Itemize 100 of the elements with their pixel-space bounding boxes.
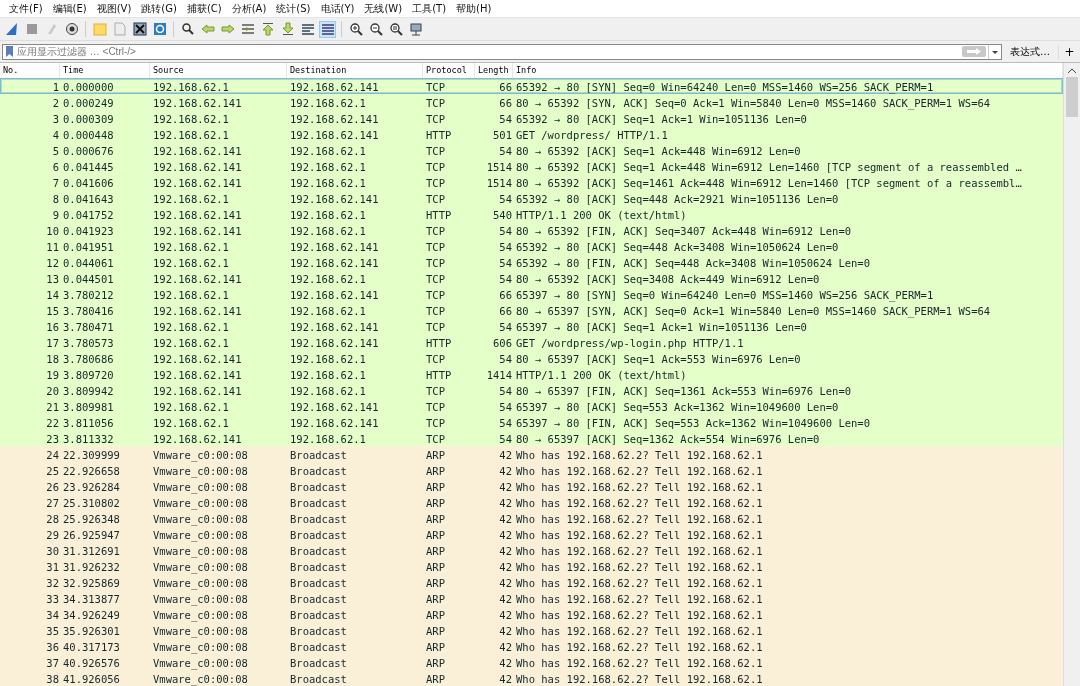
table-cell-text: 54	[498, 144, 513, 159]
packet-row[interactable]: 13 0.044501 192.168.62.141 192.168.62.1 TCP 54 80 → 65392 [ACK] Seq=3408 Ack=449 Win=6912 Len=0	[0, 270, 1063, 286]
add-filter-button[interactable]: +	[1058, 44, 1080, 59]
toolbar-button[interactable]	[367, 20, 384, 38]
packet-row[interactable]: 18 3.780686 192.168.62.141 192.168.62.1 TCP 54 80 → 65397 [ACK] Seq=1 Ack=553 Win=6976 Len=0	[0, 350, 1063, 366]
menu-item[interactable]: 无线(W)	[359, 1, 408, 16]
packet-row[interactable]: 23 3.811332 192.168.62.141 192.168.62.1 TCP 54 80 → 65397 [ACK] Seq=1362 Ack=554 Win=6976 Len=0	[0, 430, 1063, 446]
packet-row[interactable]: 30 31.312691 Vmware_c0:00:08 Broadcast ARP 42 Who has 192.168.62.2? Tell 192.168.62.1	[0, 542, 1063, 558]
packet-row[interactable]: 37 40.926576 Vmware_c0:00:08 Broadcast ARP 42 Who has 192.168.62.2? Tell 192.168.62.1	[0, 654, 1063, 670]
dropdown-icon[interactable]	[988, 44, 1001, 59]
table-cell-text: ARP	[425, 544, 446, 559]
packet-row[interactable]: 27 25.310802 Vmware_c0:00:08 Broadcast ARP 42 Who has 192.168.62.2? Tell 192.168.62.1	[0, 494, 1063, 510]
menu-item[interactable]: 工具(T)	[407, 1, 452, 16]
table-cell-text: 192.168.62.1	[289, 384, 367, 399]
table-cell-text: 65397 → 80 [ACK] Seq=1 Ack=1 Win=1051136 Len=0	[515, 320, 808, 335]
table-cell-text: 606	[492, 336, 513, 351]
menu-item[interactable]: 捕获(C)	[181, 1, 227, 16]
packet-row[interactable]: 25 22.926658 Vmware_c0:00:08 Broadcast ARP 42 Who has 192.168.62.2? Tell 192.168.62.1	[0, 462, 1063, 478]
table-cell-text: TCP	[425, 256, 446, 271]
table-cell-text: 40.317173	[62, 640, 121, 655]
packet-row[interactable]: 12 0.044061 192.168.62.1 192.168.62.141 TCP 54 65392 → 80 [FIN, ACK] Seq=448 Ack=3408 Win=1050624 Len=0	[0, 254, 1063, 270]
table-cell-text: HTTP/1.1 200 OK (text/html)	[515, 368, 688, 383]
menu-item[interactable]: 跳转(G)	[136, 1, 182, 16]
packet-row[interactable]: 15 3.780416 192.168.62.141 192.168.62.1 TCP 66 80 → 65397 [SYN, ACK] Seq=0 Ack=1 Win=5840 Len=0 MSS=1460 SACK_PERM=1 WS=64	[0, 302, 1063, 318]
packet-row[interactable]: 5 0.000676 192.168.62.141 192.168.62.1 TCP 54 80 → 65392 [ACK] Seq=1 Ack=448 Win=6912 Len=0	[0, 142, 1063, 158]
menu-item[interactable]: 编辑(E)	[47, 1, 92, 16]
table-cell-text: 192.168.62.1	[152, 288, 230, 303]
table-cell-text: 192.168.62.141	[152, 160, 243, 175]
packet-row[interactable]: 31 31.926232 Vmware_c0:00:08 Broadcast ARP 42 Who has 192.168.62.2? Tell 192.168.62.1	[0, 558, 1063, 574]
table-cell-text: ARP	[425, 464, 446, 479]
packet-row[interactable]: 21 3.809981 192.168.62.1 192.168.62.141 TCP 54 65397 → 80 [ACK] Seq=553 Ack=1362 Win=1049600 Len=0	[0, 398, 1063, 414]
table-cell-text: TCP	[425, 160, 446, 175]
table-cell-text: 65392 → 80 [SYN] Seq=0 Win=64240 Len=0 MSS=1460 WS=256 SACK_PERM=1	[515, 80, 935, 95]
table-cell-text: 192.168.62.141	[152, 352, 243, 367]
menu-item[interactable]: 电话(Y)	[315, 1, 360, 16]
packet-row[interactable]: 33 34.313877 Vmware_c0:00:08 Broadcast ARP 42 Who has 192.168.62.2? Tell 192.168.62.1	[0, 590, 1063, 606]
packet-row[interactable]: 4 0.000448 192.168.62.1 192.168.62.141 HTTP 501 GET /wordpress/ HTTP/1.1	[0, 126, 1063, 142]
table-cell-text: Broadcast	[289, 576, 348, 591]
table-cell-text: 192.168.62.1	[152, 256, 230, 271]
packet-row[interactable]: 22 3.811056 192.168.62.1 192.168.62.141 TCP 54 65397 → 80 [FIN, ACK] Seq=553 Ack=1362 Win=1049600 Len=0	[0, 414, 1063, 430]
packet-row[interactable]: 14 3.780212 192.168.62.1 192.168.62.141 TCP 66 65397 → 80 [SYN] Seq=0 Win=64240 Len=0 MSS=1460 WS=256 SACK_PERM=1	[0, 286, 1063, 302]
packet-row[interactable]: 24 22.309999 Vmware_c0:00:08 Broadcast ARP 42 Who has 192.168.62.2? Tell 192.168.62.1	[0, 446, 1063, 462]
table-cell-text: 80 → 65397 [SYN, ACK] Seq=0 Ack=1 Win=5840 Len=0 MSS=1460 SACK_PERM=1 WS=64	[515, 304, 992, 319]
table-cell-text: TCP	[425, 304, 446, 319]
packet-row[interactable]: 38 41.926056 Vmware_c0:00:08 Broadcast ARP 42 Who has 192.168.62.2? Tell 192.168.62.1	[0, 670, 1063, 686]
display-filter-box[interactable]: 应用显示过滤器 … <Ctrl-/>	[2, 43, 1002, 60]
toolbar-button[interactable]	[131, 20, 148, 38]
packet-row[interactable]: 2 0.000249 192.168.62.141 192.168.62.1 TCP 66 80 → 65392 [SYN, ACK] Seq=0 Ack=1 Win=5840 Len=0 MSS=1460 SACK_PERM=1 WS=64	[0, 94, 1063, 110]
toolbar-button[interactable]	[347, 20, 364, 38]
scroll-up-icon[interactable]	[1067, 67, 1077, 75]
table-cell-text: 3.809981	[62, 400, 115, 415]
table-cell-text: Vmware_c0:00:08	[152, 528, 249, 543]
packet-row[interactable]: 29 26.925947 Vmware_c0:00:08 Broadcast ARP 42 Who has 192.168.62.2? Tell 192.168.62.1	[0, 526, 1063, 542]
table-cell-text: 192.168.62.1	[152, 80, 230, 95]
table-cell-text: 3.811332	[62, 432, 115, 447]
table-cell-text: Who has 192.168.62.2? Tell 192.168.62.1	[515, 576, 764, 591]
table-cell-text: ARP	[425, 528, 446, 543]
packet-row[interactable]: 8 0.041643 192.168.62.1 192.168.62.141 TCP 54 65392 → 80 [ACK] Seq=448 Ack=2921 Win=1051136 Len=0	[0, 190, 1063, 206]
scrollbar-thumb[interactable]	[1066, 77, 1078, 117]
table-cell-text: 42	[498, 544, 513, 559]
packet-row[interactable]: 10 0.041923 192.168.62.141 192.168.62.1 TCP 54 80 → 65392 [FIN, ACK] Seq=3407 Ack=448 Win=6912 Len=0	[0, 222, 1063, 238]
table-cell-text: 192.168.62.141	[152, 432, 243, 447]
table-cell-text: 192.168.62.1	[289, 144, 367, 159]
menu-item[interactable]: 文件(F)	[4, 1, 48, 16]
menu-item[interactable]: 分析(A)	[226, 1, 272, 16]
expression-button[interactable]: 表达式…	[1006, 44, 1054, 59]
packet-row[interactable]: 9 0.041752 192.168.62.141 192.168.62.1 HTTP 540 HTTP/1.1 200 OK (text/html)	[0, 206, 1063, 222]
table-cell-text: 3	[51, 112, 60, 127]
packet-row[interactable]: 28 25.926348 Vmware_c0:00:08 Broadcast ARP 42 Who has 192.168.62.2? Tell 192.168.62.1	[0, 510, 1063, 526]
table-cell-text: HTTP	[425, 336, 453, 351]
table-cell-text: 42	[498, 656, 513, 671]
packet-row[interactable]: 32 32.925869 Vmware_c0:00:08 Broadcast ARP 42 Who has 192.168.62.2? Tell 192.168.62.1	[0, 574, 1063, 590]
menu-item[interactable]: 视图(V)	[91, 1, 137, 16]
table-cell-text: 54	[498, 432, 513, 447]
packet-row[interactable]: 35 35.926301 Vmware_c0:00:08 Broadcast ARP 42 Who has 192.168.62.2? Tell 192.168.62.1	[0, 622, 1063, 638]
table-cell-text: Broadcast	[289, 496, 348, 511]
packet-row[interactable]: 17 3.780573 192.168.62.1 192.168.62.141 HTTP 606 GET /wordpress/wp-login.php HTTP/1.1	[0, 334, 1063, 350]
packet-row[interactable]: 1 0.000000 192.168.62.1 192.168.62.141 TCP 66 65392 → 80 [SYN] Seq=0 Win=64240 Len=0 MSS=1460 WS=256 SACK_PERM=1	[0, 78, 1063, 94]
menu-item[interactable]: 帮助(H)	[451, 1, 497, 16]
packet-row[interactable]: 34 34.926249 Vmware_c0:00:08 Broadcast ARP 42 Who has 192.168.62.2? Tell 192.168.62.1	[0, 606, 1063, 622]
menu-item[interactable]: 统计(S)	[271, 1, 316, 16]
packet-row[interactable]: 26 23.926284 Vmware_c0:00:08 Broadcast ARP 42 Who has 192.168.62.2? Tell 192.168.62.1	[0, 478, 1063, 494]
scrollbar[interactable]	[1063, 63, 1080, 686]
packet-row[interactable]: 6 0.041445 192.168.62.141 192.168.62.1 TCP 1514 80 → 65392 [ACK] Seq=1 Ack=448 Win=6912 Len=1460 [TCP segment of a reassembled …	[0, 158, 1063, 174]
table-cell-text: 501	[492, 128, 513, 143]
table-cell-text: 192.168.62.141	[289, 320, 380, 335]
packet-row[interactable]: 7 0.041606 192.168.62.141 192.168.62.1 TCP 1514 80 → 65392 [ACK] Seq=1461 Ack=448 Win=6912 Len=1460 [TCP segment of a reassembl…	[0, 174, 1063, 190]
toolbar-button[interactable]	[387, 20, 404, 38]
display-filter-field[interactable]: 应用显示过滤器 … <Ctrl-/>	[14, 44, 962, 59]
packet-row[interactable]: 3 0.000309 192.168.62.1 192.168.62.141 TCP 54 65392 → 80 [ACK] Seq=1 Ack=1 Win=1051136 Len=0	[0, 110, 1063, 126]
packet-row[interactable]: 36 40.317173 Vmware_c0:00:08 Broadcast ARP 42 Who has 192.168.62.2? Tell 192.168.62.1	[0, 638, 1063, 654]
packet-row[interactable]: 16 3.780471 192.168.62.1 192.168.62.141 TCP 54 65397 → 80 [ACK] Seq=1 Ack=1 Win=1051136 Len=0	[0, 318, 1063, 334]
table-cell-text: 22.309999	[62, 448, 121, 463]
table-cell-text: 3.780212	[62, 288, 115, 303]
table-cell-text: 27	[45, 496, 60, 511]
packet-row[interactable]: 11 0.041951 192.168.62.1 192.168.62.141 TCP 54 65392 → 80 [ACK] Seq=448 Ack=3408 Win=1050624 Len=0	[0, 238, 1063, 254]
packet-row[interactable]: 19 3.809720 192.168.62.141 192.168.62.1 HTTP 1414 HTTP/1.1 200 OK (text/html)	[0, 366, 1063, 382]
table-cell-text: ARP	[425, 496, 446, 511]
packet-row[interactable]: 20 3.809942 192.168.62.141 192.168.62.1 TCP 54 80 → 65397 [FIN, ACK] Seq=1361 Ack=553 Win=6976 Len=0	[0, 382, 1063, 398]
table-cell-text: 22.926658	[62, 464, 121, 479]
